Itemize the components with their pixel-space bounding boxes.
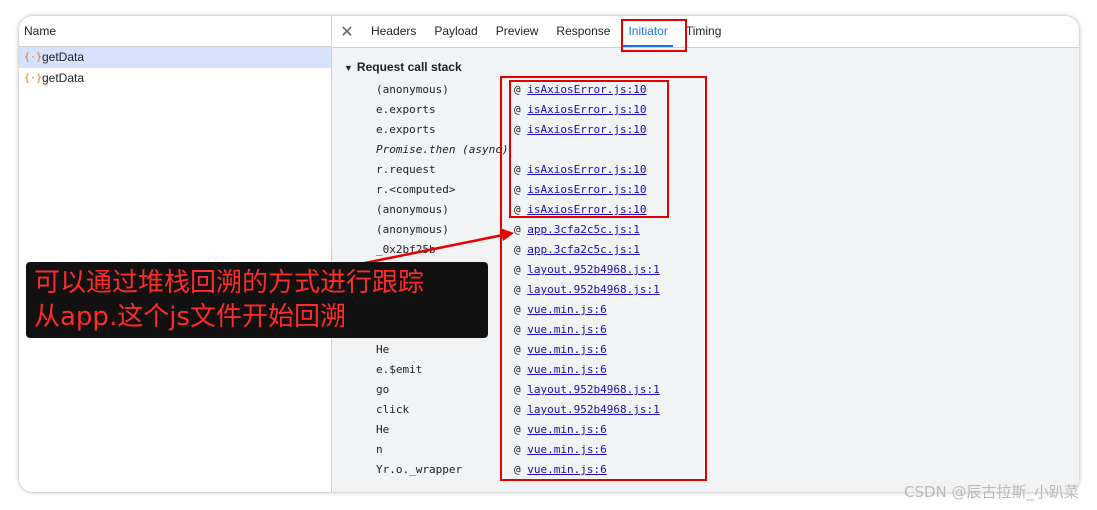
arrow-icon xyxy=(339,228,514,270)
watermark: CSDN @辰古拉斯_小趴菜 xyxy=(903,483,1079,501)
annotation-callout: 可以通过堆栈回溯的方式进行跟踪 从app.这个js文件开始回溯 xyxy=(26,262,488,338)
annotation-line-1: 可以通过堆栈回溯的方式进行跟踪 xyxy=(34,268,425,298)
annotation-line-2: 从app.这个js文件开始回溯 xyxy=(34,302,346,332)
